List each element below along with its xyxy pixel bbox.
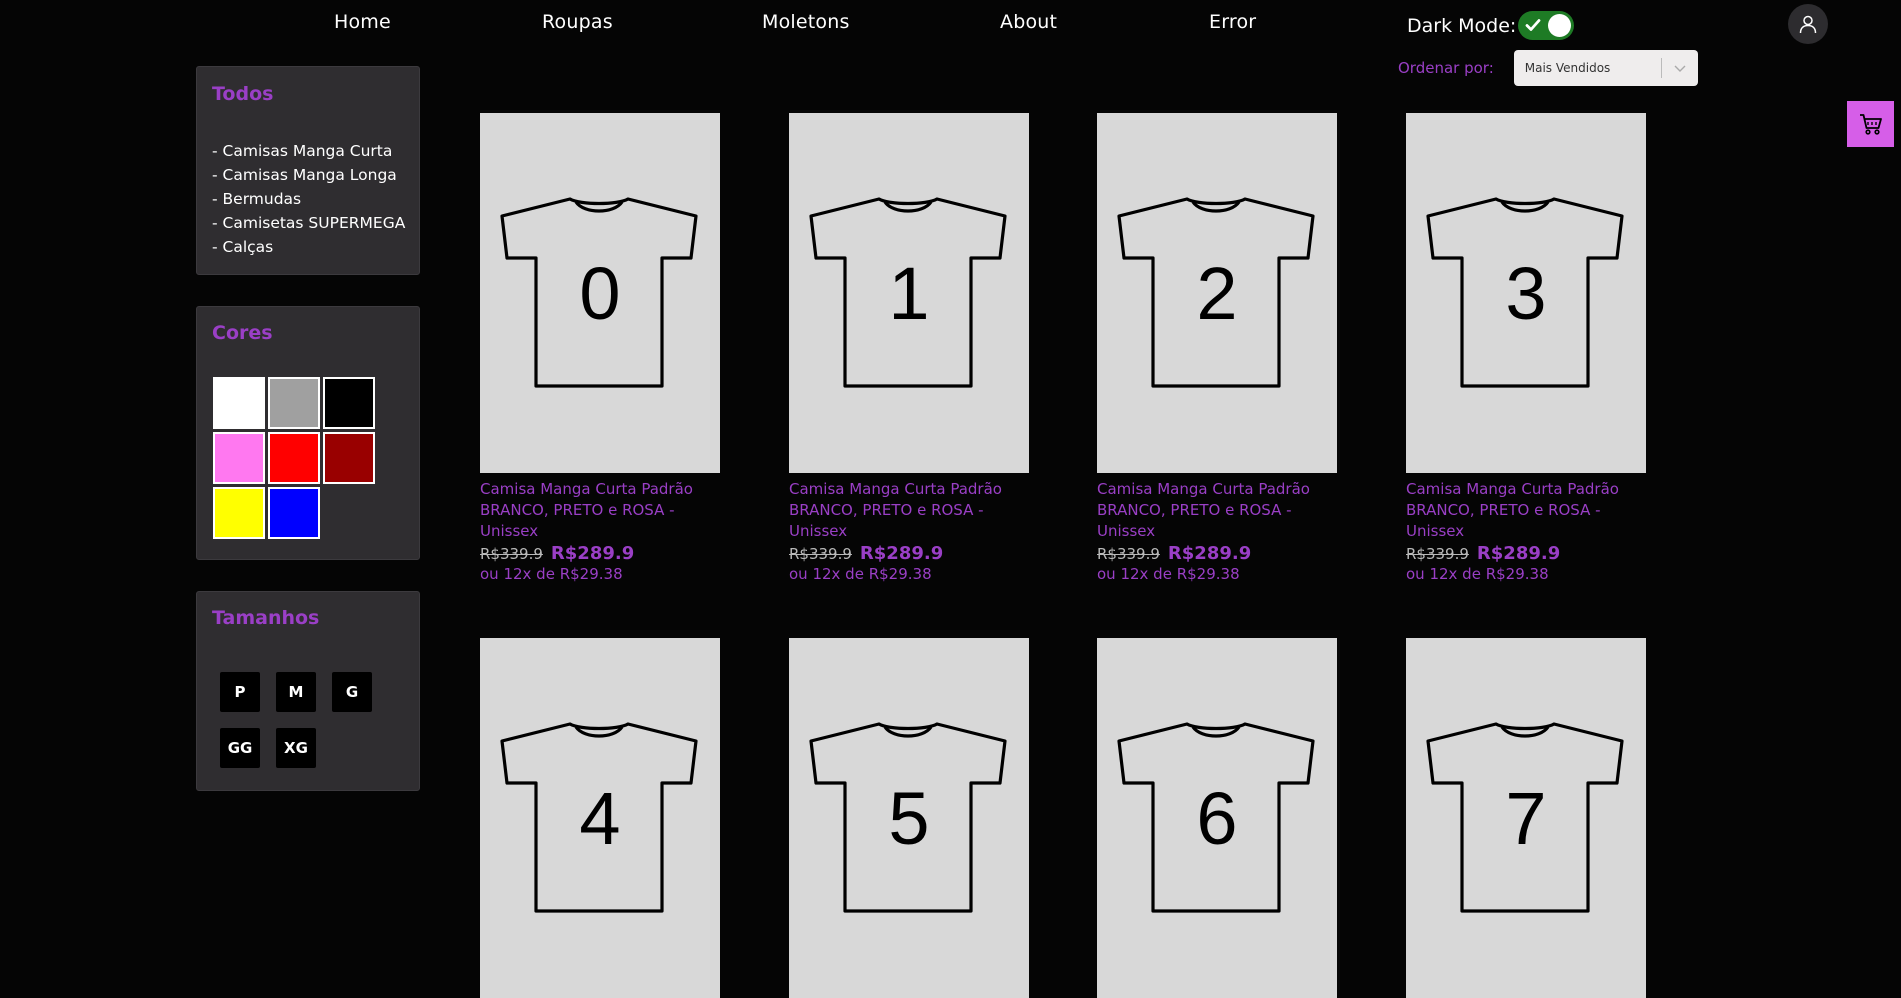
- color-swatch[interactable]: [268, 377, 320, 429]
- old-price: R$339.9: [1406, 545, 1469, 563]
- product-number: 6: [1196, 777, 1238, 860]
- product-image[interactable]: 5: [789, 638, 1029, 998]
- size-grid: P M G GG XG: [220, 672, 372, 768]
- colors-title: Cores: [212, 322, 273, 344]
- user-avatar-button[interactable]: [1788, 4, 1828, 44]
- color-swatch[interactable]: [268, 432, 320, 484]
- size-button-g[interactable]: G: [332, 672, 372, 712]
- sort-selected-value: Mais Vendidos: [1524, 61, 1611, 75]
- nav-roupas[interactable]: Roupas: [542, 11, 613, 33]
- current-price: R$289.9: [1167, 543, 1252, 564]
- categories-title[interactable]: Todos: [212, 83, 273, 105]
- product-card[interactable]: 1 Camisa Manga Curta Padrão BRANCO, PRETO…: [789, 113, 1029, 583]
- product-number: 0: [579, 252, 621, 335]
- nav-moletons[interactable]: Moletons: [762, 11, 850, 33]
- select-separator: [1660, 58, 1662, 78]
- product-card[interactable]: 3 Camisa Manga Curta Padrão BRANCO, PRETO…: [1406, 113, 1646, 583]
- sort-control: Ordenar por: Mais Vendidos: [1398, 50, 1698, 86]
- product-image[interactable]: 1: [789, 113, 1029, 473]
- category-item[interactable]: - Camisetas SUPERMEGA: [212, 211, 405, 235]
- old-price: R$339.9: [789, 545, 852, 563]
- price-row: R$339.9 R$289.9: [1406, 543, 1646, 564]
- product-card[interactable]: 2 Camisa Manga Curta Padrão BRANCO, PRETO…: [1097, 113, 1337, 583]
- product-card[interactable]: 6: [1097, 638, 1337, 998]
- installments: ou 12x de R$29.38: [789, 565, 932, 583]
- category-item[interactable]: - Calças: [212, 235, 405, 259]
- old-price: R$339.9: [1097, 545, 1160, 563]
- product-number: 2: [1196, 252, 1238, 335]
- product-title[interactable]: Camisa Manga Curta Padrão BRANCO, PRETO …: [1406, 479, 1646, 542]
- price-row: R$339.9 R$289.9: [480, 543, 720, 564]
- chevron-down-icon: [1674, 65, 1686, 72]
- color-swatch[interactable]: [268, 487, 320, 539]
- color-swatch[interactable]: [213, 432, 265, 484]
- installments: ou 12x de R$29.38: [480, 565, 623, 583]
- sizes-panel: Tamanhos P M G GG XG: [196, 591, 420, 791]
- size-button-xg[interactable]: XG: [276, 728, 316, 768]
- size-button-p[interactable]: P: [220, 672, 260, 712]
- nav-about[interactable]: About: [1000, 11, 1057, 33]
- color-swatch[interactable]: [213, 487, 265, 539]
- color-swatch[interactable]: [323, 432, 375, 484]
- product-image[interactable]: 4: [480, 638, 720, 998]
- top-nav: Home Roupas Moletons About Error Dark Mo…: [0, 0, 1901, 48]
- cart-icon: [1859, 114, 1882, 135]
- color-swatch-grid: [213, 377, 375, 539]
- dark-mode-label: Dark Mode:: [1407, 14, 1517, 37]
- product-image[interactable]: 6: [1097, 638, 1337, 998]
- old-price: R$339.9: [480, 545, 543, 563]
- product-number: 4: [579, 777, 621, 860]
- category-item[interactable]: - Camisas Manga Curta: [212, 139, 405, 163]
- nav-home[interactable]: Home: [334, 11, 391, 33]
- dark-mode-toggle[interactable]: [1518, 11, 1575, 40]
- cart-button[interactable]: [1847, 101, 1894, 147]
- nav-error[interactable]: Error: [1209, 11, 1256, 33]
- product-image[interactable]: 0: [480, 113, 720, 473]
- product-number: 5: [888, 777, 930, 860]
- categories-panel: Todos - Camisas Manga Curta - Camisas Ma…: [196, 66, 420, 275]
- colors-panel: Cores: [196, 306, 420, 560]
- installments: ou 12x de R$29.38: [1406, 565, 1549, 583]
- user-icon: [1799, 15, 1817, 34]
- product-title[interactable]: Camisa Manga Curta Padrão BRANCO, PRETO …: [1097, 479, 1337, 542]
- current-price: R$289.9: [859, 543, 944, 564]
- dark-mode-control: Dark Mode:: [1407, 11, 1575, 40]
- color-swatch[interactable]: [323, 377, 375, 429]
- category-item[interactable]: - Camisas Manga Longa: [212, 163, 405, 187]
- category-list: - Camisas Manga Curta - Camisas Manga Lo…: [212, 139, 405, 259]
- product-number: 3: [1505, 252, 1547, 335]
- toggle-knob: [1548, 14, 1572, 37]
- product-image[interactable]: 7: [1406, 638, 1646, 998]
- sort-select[interactable]: Mais Vendidos: [1513, 50, 1698, 86]
- product-number: 1: [888, 252, 930, 335]
- product-image[interactable]: 2: [1097, 113, 1337, 473]
- current-price: R$289.9: [1476, 543, 1561, 564]
- product-title[interactable]: Camisa Manga Curta Padrão BRANCO, PRETO …: [480, 479, 720, 542]
- sizes-title: Tamanhos: [212, 607, 320, 629]
- price-row: R$339.9 R$289.9: [1097, 543, 1337, 564]
- color-swatch[interactable]: [213, 377, 265, 429]
- installments: ou 12x de R$29.38: [1097, 565, 1240, 583]
- product-card[interactable]: 4: [480, 638, 720, 998]
- product-image[interactable]: 3: [1406, 113, 1646, 473]
- size-button-m[interactable]: M: [276, 672, 316, 712]
- product-card[interactable]: 0 Camisa Manga Curta Padrão BRANCO, PRETO…: [480, 113, 720, 583]
- price-row: R$339.9 R$289.9: [789, 543, 1029, 564]
- category-item[interactable]: - Bermudas: [212, 187, 405, 211]
- product-number: 7: [1505, 777, 1547, 860]
- sort-label: Ordenar por:: [1398, 59, 1494, 77]
- product-card[interactable]: 5: [789, 638, 1029, 998]
- product-title[interactable]: Camisa Manga Curta Padrão BRANCO, PRETO …: [789, 479, 1029, 542]
- product-card[interactable]: 7: [1406, 638, 1646, 998]
- size-button-gg[interactable]: GG: [220, 728, 260, 768]
- check-icon: [1525, 19, 1541, 31]
- current-price: R$289.9: [550, 543, 635, 564]
